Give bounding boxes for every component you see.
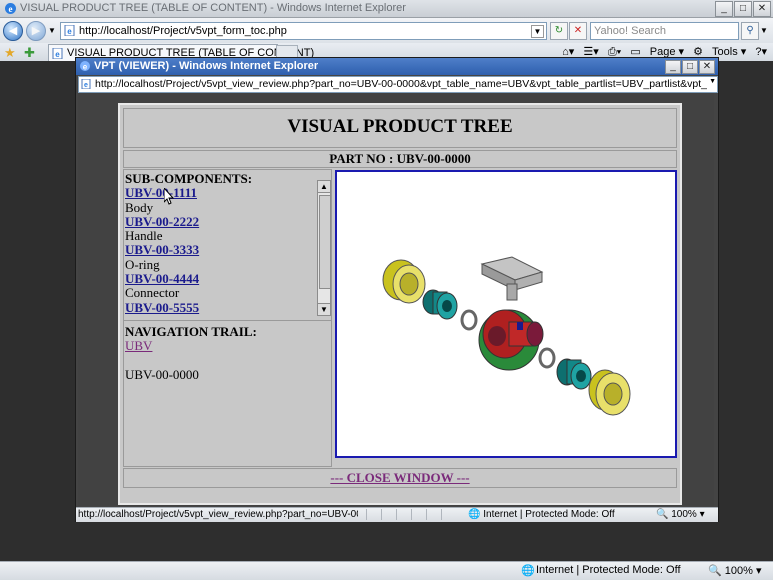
close-window-row: --- CLOSE WINDOW --- [123, 468, 677, 488]
popup-address-bar[interactable]: e http://localhost/Project/v5vpt_view_re… [78, 76, 718, 93]
status-segment [411, 509, 425, 520]
popup-status-zone-label: Internet | Protected Mode: Off [483, 509, 615, 520]
favorites-star-icon[interactable]: ★ [4, 45, 16, 61]
subcomponents-heading: SUB-COMPONENTS: [125, 171, 253, 186]
ie-logo-icon: e [80, 61, 90, 72]
page-header: VISUAL PRODUCT TREE [123, 108, 677, 148]
search-placeholder: Yahoo! Search [594, 25, 666, 37]
popup-titlebar: e VPT (VIEWER) - Windows Internet Explor… [76, 58, 718, 75]
status-bar: 🌐 Internet | Protected Mode: Off 🔍 100% … [0, 561, 773, 580]
zoom-control[interactable]: 🔍 100% ▾ [708, 564, 761, 577]
scroll-thumb[interactable] [319, 195, 331, 289]
subcomponent-link[interactable]: UBV-00-1111 [125, 185, 197, 200]
popup-minimize-button[interactable]: _ [665, 60, 681, 74]
address-url: http://localhost/Project/v5vpt_form_toc.… [79, 25, 287, 37]
popup-title: VPT (VIEWER) - Windows Internet Explorer [94, 60, 319, 72]
address-row: ◀ ▶ ▼ e http://localhost/Project/v5vpt_f… [0, 18, 773, 43]
popup-status-bar: http://localhost/Project/v5vpt_view_revi… [76, 507, 718, 522]
svg-text:e: e [9, 4, 13, 14]
subcomponent-link[interactable]: UBV-00-4444 [125, 271, 199, 286]
maximize-button[interactable]: □ [734, 1, 752, 17]
back-button[interactable]: ◀ [3, 21, 23, 41]
status-segment [381, 509, 395, 520]
subcomponent-link[interactable]: UBV-00-2222 [125, 214, 199, 229]
window-title: VISUAL PRODUCT TREE (TABLE OF CONTENT) -… [20, 2, 406, 14]
ie-logo-icon: e [5, 3, 16, 14]
part-number: PART NO : UBV-00-0000 [123, 150, 677, 168]
popup-status-url: http://localhost/Project/v5vpt_view_revi… [78, 509, 358, 520]
subcomponent-link[interactable]: UBV-00-3333 [125, 242, 199, 257]
popup-status-zone: 🌐 Internet | Protected Mode: Off [468, 509, 615, 520]
refresh-button[interactable]: ↻ [550, 22, 568, 40]
address-dropdown-icon[interactable]: ▼ [531, 25, 544, 38]
zoom-level: 100% [724, 565, 753, 577]
popup-address-url: http://localhost/Project/v5vpt_view_revi… [95, 78, 707, 90]
popup-address-dropdown-icon[interactable]: ▼ [709, 78, 716, 85]
scroll-up-arrow-icon[interactable]: ▲ [318, 181, 330, 193]
status-zone: Internet | Protected Mode: Off [536, 564, 681, 576]
navigation-trail: NAVIGATION TRAIL: UBV UBV-00-0000 [125, 324, 257, 382]
mouse-cursor-icon [164, 188, 175, 205]
close-window-link[interactable]: --- CLOSE WINDOW --- [330, 470, 469, 485]
minimize-button[interactable]: _ [715, 1, 733, 17]
subcomponent-name: O-ring [125, 256, 160, 272]
page-icon: e [64, 25, 75, 36]
viewer-popup-window: e VPT (VIEWER) - Windows Internet Explor… [75, 57, 719, 522]
popup-zoom-level: 100% [671, 509, 697, 520]
popup-close-button[interactable]: ✕ [699, 60, 715, 74]
svg-text:e: e [84, 82, 88, 89]
nav-trail-heading: NAVIGATION TRAIL: [125, 324, 257, 339]
handle [480, 256, 544, 301]
subcomponents-panel: SUB-COMPONENTS: UBV-00-1111 Body UBV-00-… [124, 170, 331, 321]
popup-content: VISUAL PRODUCT TREE PART NO : UBV-00-000… [78, 93, 714, 506]
left-oring [460, 309, 478, 331]
right-connector [556, 358, 592, 390]
subcomponent-link[interactable]: UBV-00-5555 [125, 300, 199, 315]
right-nut [588, 369, 631, 416]
stop-button[interactable]: ✕ [569, 22, 587, 40]
subcomponent-name: Handle [125, 228, 163, 244]
forward-button[interactable]: ▶ [26, 21, 46, 41]
page-title: VISUAL PRODUCT TREE [287, 116, 513, 137]
search-icon[interactable]: ⚲ [741, 22, 759, 40]
valve-body [478, 309, 544, 371]
exploded-valve-image [382, 256, 631, 416]
status-segment [366, 509, 380, 520]
right-oring [538, 347, 556, 369]
globe-icon: 🌐 [521, 565, 535, 577]
svg-text:e: e [83, 63, 88, 72]
subcomponent-name: Body [125, 199, 154, 215]
nav-trail-current: UBV-00-0000 [125, 366, 199, 382]
svg-text:e: e [67, 27, 72, 36]
close-window-button[interactable]: ✕ [753, 1, 771, 17]
nav-trail-link[interactable]: UBV [125, 338, 152, 353]
left-connector [422, 289, 458, 320]
page-icon: e [81, 79, 91, 89]
svg-text:e: e [55, 50, 60, 59]
status-segment [426, 509, 440, 520]
subcomponent-name: Connector [125, 285, 180, 301]
popup-maximize-button[interactable]: □ [682, 60, 698, 74]
add-favorites-icon[interactable]: ✚ [24, 45, 35, 61]
scroll-down-arrow-icon[interactable]: ▼ [318, 303, 330, 315]
status-segment [396, 509, 410, 520]
left-pane: SUB-COMPONENTS: UBV-00-1111 Body UBV-00-… [123, 169, 332, 467]
page-icon: e [52, 48, 63, 59]
search-input[interactable]: Yahoo! Search [590, 22, 739, 40]
search-options-icon[interactable]: ▼ [760, 26, 768, 35]
3d-viewer[interactable] [335, 170, 677, 458]
status-segment [441, 509, 455, 520]
popup-zoom-control[interactable]: 🔍 100% ▾ [656, 509, 705, 520]
subcomponents-scrollbar[interactable]: ▲ ▼ [317, 180, 331, 316]
address-bar[interactable]: e http://localhost/Project/v5vpt_form_to… [60, 22, 547, 40]
history-dropdown-icon[interactable]: ▼ [48, 26, 56, 35]
ie-titlebar: e VISUAL PRODUCT TREE (TABLE OF CONTENT)… [0, 0, 773, 18]
left-nut [382, 259, 426, 304]
vpt-page-table: VISUAL PRODUCT TREE PART NO : UBV-00-000… [118, 103, 682, 505]
help-icon[interactable]: ?▾ [755, 46, 767, 58]
